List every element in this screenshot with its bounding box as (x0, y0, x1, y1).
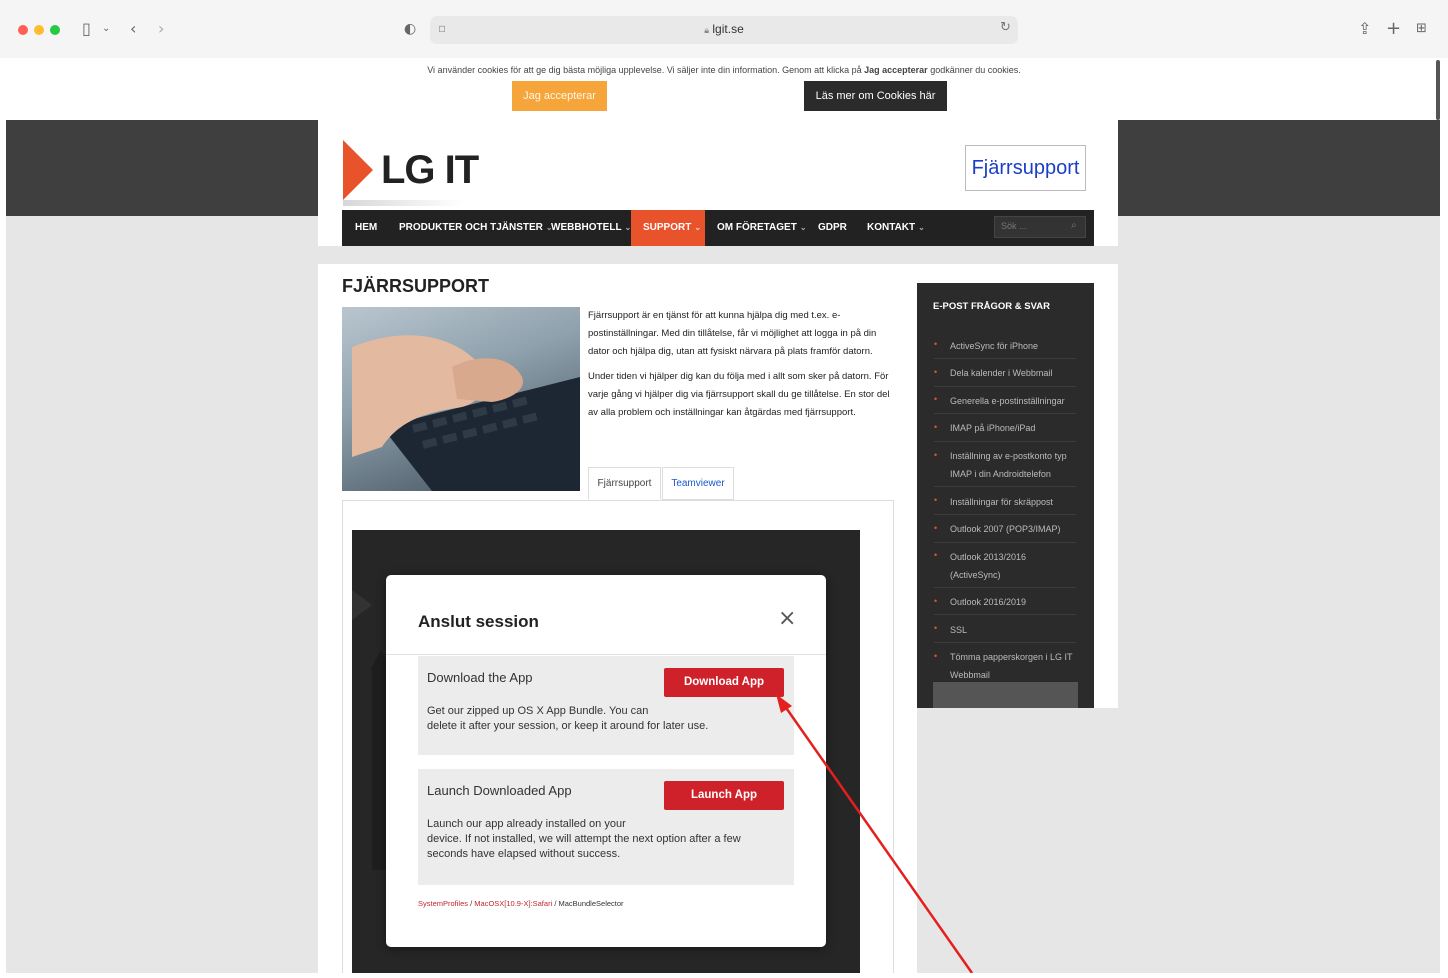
annotation-arrow-icon (776, 694, 974, 973)
annotation-arrow-head (776, 694, 792, 713)
annotation-arrow-shaft (780, 701, 974, 973)
